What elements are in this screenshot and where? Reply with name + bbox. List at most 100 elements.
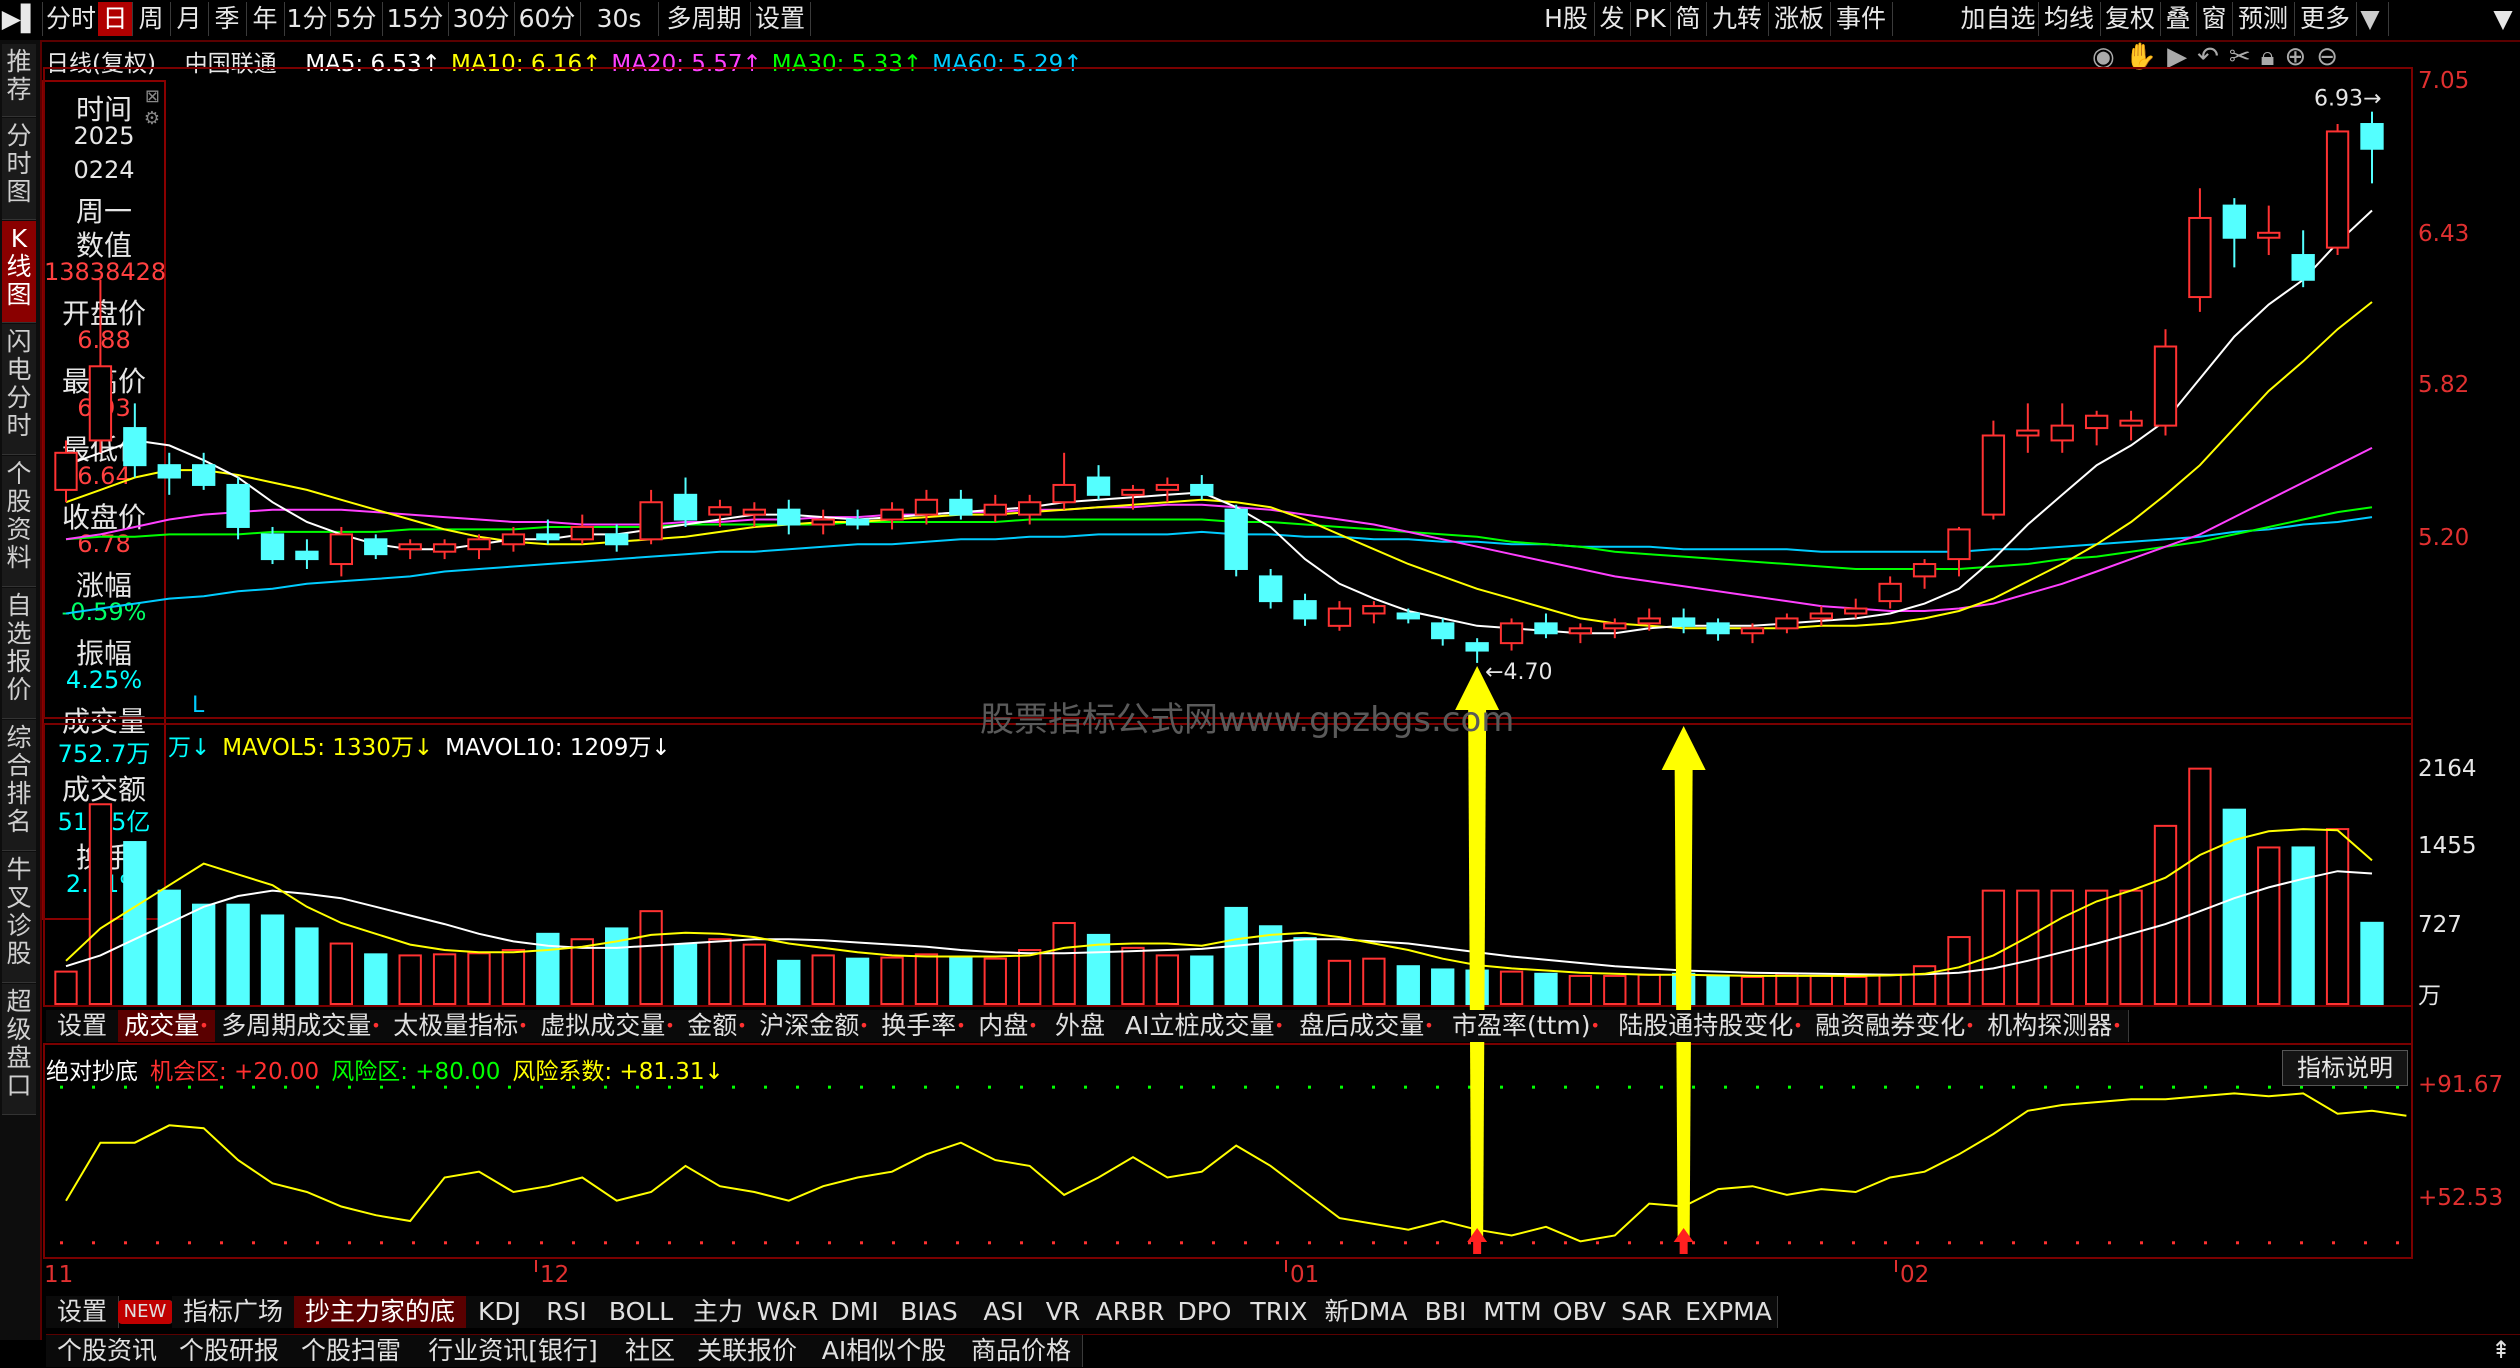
kline-chart[interactable]: 6.93→ ←4.70 L (0, 0, 2520, 1368)
candle[interactable] (639, 501, 663, 541)
candle[interactable] (2360, 123, 2384, 150)
tab-主力[interactable]: 主力 (682, 1296, 755, 1328)
expand-up-icon[interactable]: ⇞ (2484, 1334, 2518, 1366)
candle[interactable] (2291, 254, 2315, 281)
candle[interactable] (2084, 414, 2109, 430)
candle[interactable] (1499, 622, 1524, 645)
tab-个股研报[interactable]: 个股研报 (168, 1335, 291, 1367)
candle[interactable] (1981, 434, 2006, 516)
candle[interactable] (501, 533, 526, 546)
candle[interactable] (1775, 617, 1799, 630)
indicator-explain-button[interactable]: 指标说明 (2282, 1050, 2408, 1086)
candle[interactable] (1224, 508, 1248, 570)
candle[interactable] (1947, 528, 1971, 561)
candle[interactable] (1327, 607, 1352, 627)
tab-设置[interactable]: 设置 (46, 1296, 119, 1328)
candle[interactable] (1844, 607, 1868, 615)
tab-多周期成交量[interactable]: 多周期成交量• (215, 1010, 388, 1042)
candle[interactable] (1465, 642, 1489, 652)
candle[interactable] (1603, 622, 1627, 630)
tab-商品价格[interactable]: 商品价格 (960, 1335, 1083, 1367)
candle[interactable] (1190, 483, 1214, 496)
candle[interactable] (2325, 130, 2350, 249)
tab-机构探测器[interactable]: 机构探测器• (1981, 1010, 2129, 1042)
tab-关联报价[interactable]: 关联报价 (686, 1335, 809, 1367)
candle[interactable] (708, 506, 732, 516)
candle[interactable] (1568, 627, 1593, 635)
tab-NEW[interactable]: NEW (118, 1300, 173, 1324)
tab-融资融券变化[interactable]: 融资融券变化• (1809, 1010, 1982, 1042)
tab-新DMA[interactable]: 新DMA (1320, 1296, 1413, 1328)
tab-EXPMA[interactable]: EXPMA (1680, 1296, 1778, 1328)
tab-MTM[interactable]: MTM (1479, 1296, 1547, 1328)
tab-AI立桩成交量[interactable]: AI立桩成交量• (1116, 1010, 1294, 1042)
candle[interactable] (570, 525, 594, 541)
candle[interactable] (2119, 419, 2143, 427)
tab-盘后成交量[interactable]: 盘后成交量• (1293, 1010, 1441, 1042)
tab-指标广场[interactable]: 指标广场 (172, 1296, 295, 1328)
candle[interactable] (1534, 622, 1558, 635)
candle[interactable] (1018, 501, 1042, 516)
tab-设置[interactable]: 设置 (46, 1010, 119, 1042)
candle[interactable] (673, 493, 698, 521)
tab-DMI[interactable]: DMI (821, 1296, 889, 1328)
candle[interactable] (1086, 476, 1111, 496)
candle[interactable] (157, 464, 181, 479)
tab-W&R[interactable]: W&R (754, 1296, 822, 1328)
tab-AI相似个股[interactable]: AI相似个股 (808, 1335, 961, 1367)
tab-DPO[interactable]: DPO (1171, 1296, 1239, 1328)
candle[interactable] (2257, 231, 2281, 239)
candle[interactable] (1155, 483, 1180, 491)
candle[interactable] (1878, 582, 1902, 603)
candle[interactable] (1809, 612, 1833, 620)
candle[interactable] (2050, 424, 2074, 442)
tab-行业资讯[银行][interactable]: 行业资讯[银行] (412, 1335, 615, 1367)
candle[interactable] (467, 538, 491, 551)
candle[interactable] (1396, 612, 1420, 620)
candle[interactable] (845, 518, 870, 526)
tab-ASI[interactable]: ASI (970, 1296, 1038, 1328)
candle[interactable] (1706, 622, 1730, 635)
tab-SAR[interactable]: SAR (1613, 1296, 1681, 1328)
candle[interactable] (329, 533, 354, 566)
tab-RSI[interactable]: RSI (533, 1296, 601, 1328)
candle[interactable] (983, 503, 1007, 516)
candle[interactable] (914, 498, 939, 516)
candle[interactable] (226, 483, 250, 528)
tab-金额[interactable]: 金额• (681, 1010, 754, 1042)
candle[interactable] (54, 451, 78, 491)
tab-沪深金额[interactable]: 沪深金额• (753, 1010, 876, 1042)
candle[interactable] (1293, 600, 1317, 620)
tab-内盘[interactable]: 内盘• (972, 1010, 1045, 1042)
candle[interactable] (2016, 429, 2040, 437)
candle[interactable] (811, 518, 835, 526)
candle[interactable] (880, 508, 904, 521)
tab-KDJ[interactable]: KDJ (466, 1296, 534, 1328)
candle[interactable] (192, 464, 216, 486)
candle[interactable] (1121, 488, 1145, 496)
candle[interactable] (777, 508, 801, 526)
tab-个股扫雷[interactable]: 个股扫雷 (290, 1335, 413, 1367)
tab-VR[interactable]: VR (1037, 1296, 1090, 1328)
tab-太极量指标[interactable]: 太极量指标• (387, 1010, 535, 1042)
candle[interactable] (295, 550, 319, 561)
tab-虚拟成交量[interactable]: 虚拟成交量• (534, 1010, 682, 1042)
tab-BIAS[interactable]: BIAS (888, 1296, 971, 1328)
tab-OBV[interactable]: OBV (1546, 1296, 1614, 1328)
tab-市盈率(ttm)[interactable]: 市盈率(ttm)• (1440, 1010, 1613, 1042)
candle[interactable] (432, 543, 457, 553)
candle[interactable] (605, 533, 629, 546)
candle[interactable] (398, 543, 422, 551)
candle[interactable] (2222, 204, 2246, 239)
tab-BBI[interactable]: BBI (1412, 1296, 1480, 1328)
candle[interactable] (88, 365, 113, 442)
candle[interactable] (949, 498, 973, 516)
candle[interactable] (1637, 617, 1661, 625)
candle[interactable] (364, 538, 388, 556)
candle[interactable] (1052, 483, 1076, 504)
candle[interactable] (260, 533, 285, 561)
candle[interactable] (1431, 622, 1455, 640)
tab-陆股通持股变化[interactable]: 陆股通持股变化• (1612, 1010, 1810, 1042)
candle[interactable] (1671, 617, 1696, 627)
candle[interactable] (1912, 563, 1937, 578)
